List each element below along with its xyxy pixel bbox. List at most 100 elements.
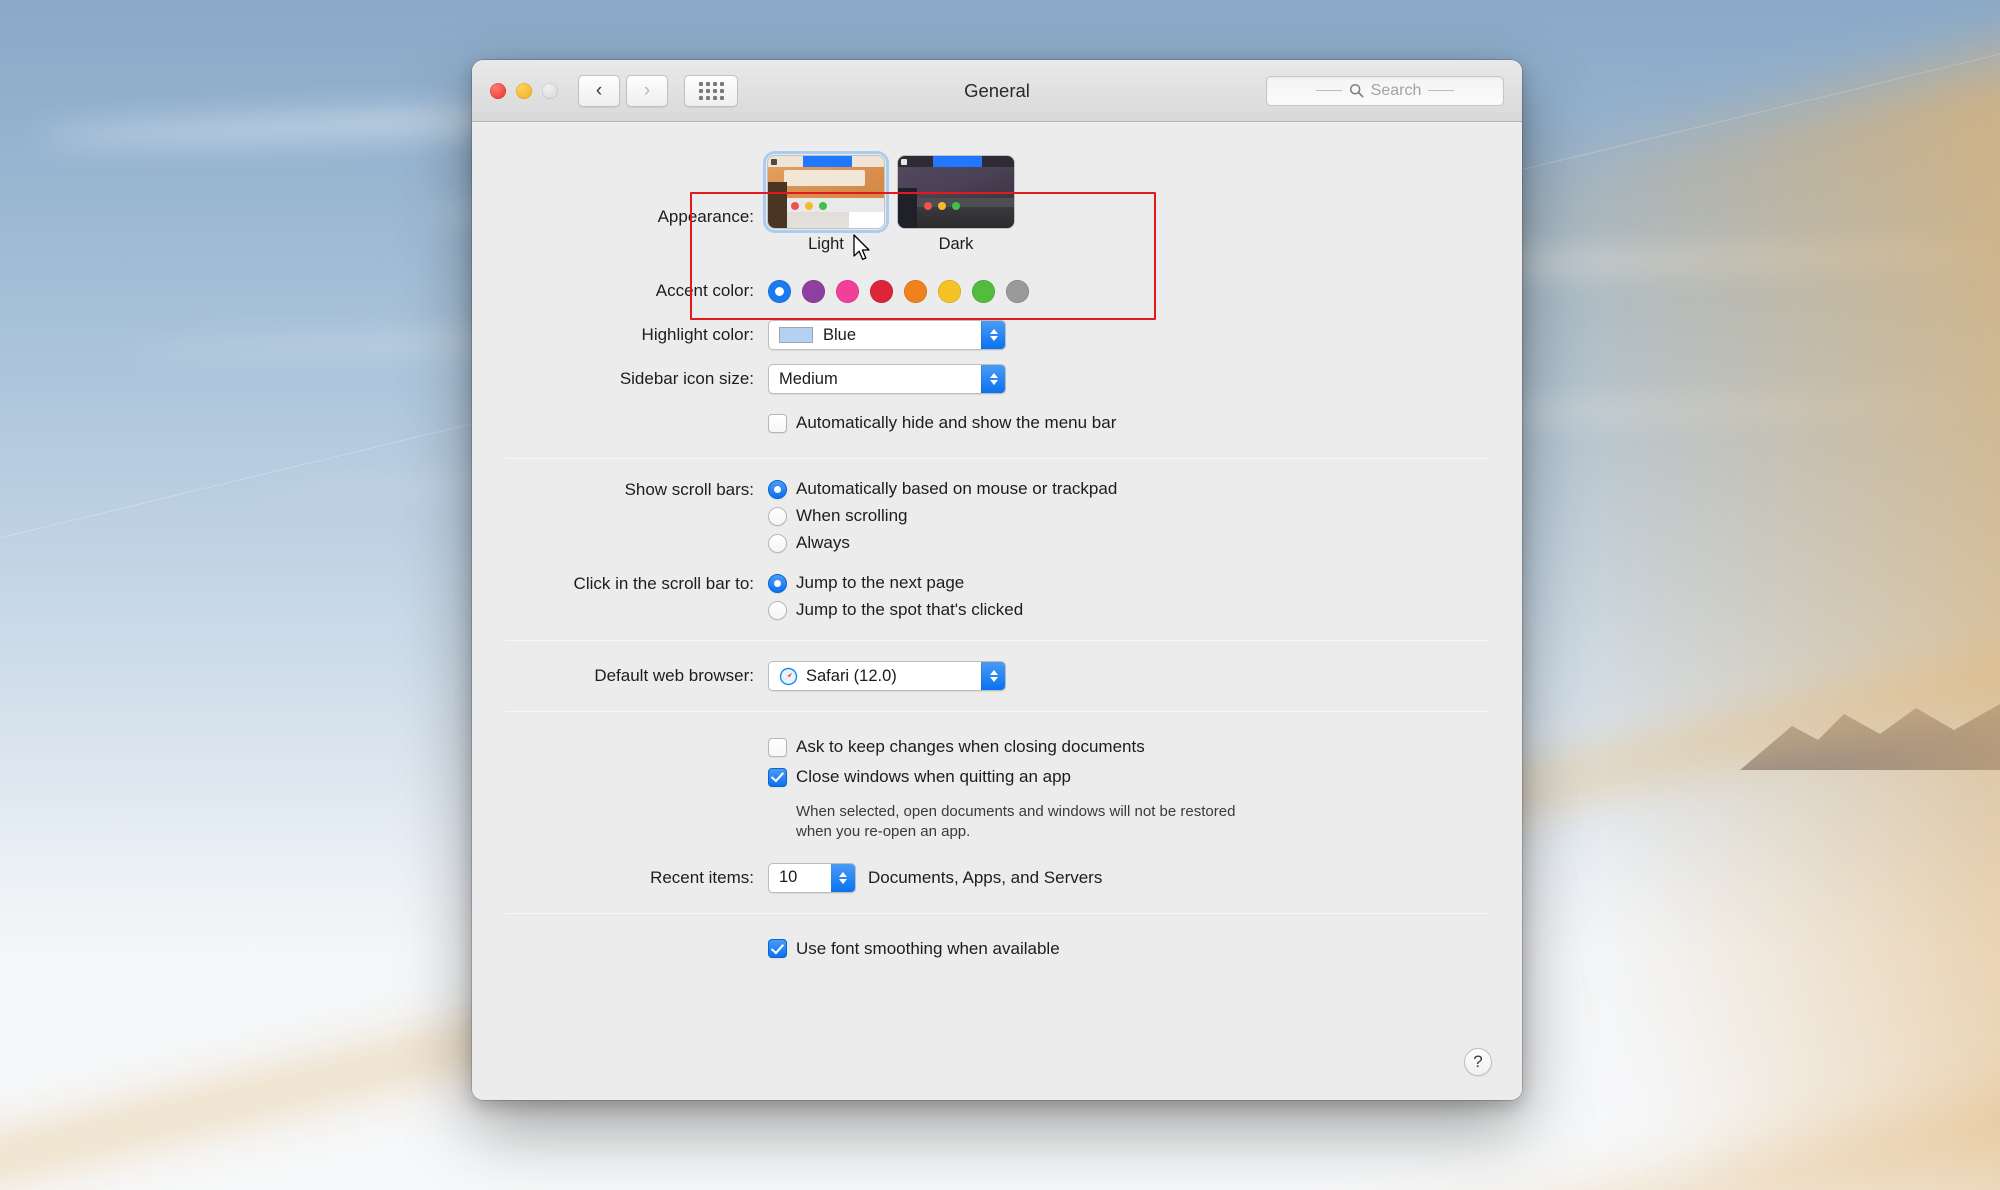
safari-compass-icon <box>779 667 798 685</box>
traffic-lights <box>490 82 558 99</box>
desktop-wallpaper: ‹ › General Search Appearance: Light Dar… <box>0 0 2000 1190</box>
scrollbar-radio-when-scrolling[interactable] <box>768 506 787 526</box>
show-scroll-bars-label: Show scroll bars: <box>624 480 754 499</box>
stepper-arrows-icon[interactable] <box>831 863 855 892</box>
hint-line-2: when you re-open an app. <box>796 823 971 841</box>
chevron-left-icon: ‹ <box>595 80 603 101</box>
search-input[interactable]: Search <box>1266 75 1504 106</box>
back-button[interactable]: ‹ <box>578 74 620 107</box>
search-area: Search <box>1266 75 1504 106</box>
zoom-button[interactable] <box>542 82 558 99</box>
scrollclick-label-next-page: Jump to the next page <box>796 573 965 592</box>
ask-keep-changes-label: Ask to keep changes when closing documen… <box>796 737 1145 756</box>
show-scroll-bars-options: Automatically based on mouse or trackpad… <box>768 479 1117 553</box>
accent-swatch-green[interactable] <box>972 279 995 303</box>
scrollbar-radio-always[interactable] <box>768 533 787 553</box>
accent-color-swatches <box>768 279 1029 303</box>
font-smoothing-checkbox[interactable] <box>768 939 787 958</box>
accent-color-row: Accent color: <box>472 276 1522 306</box>
scroll-bar-click-label: Click in the scroll bar to: <box>573 574 754 593</box>
scroll-bar-click-row: Click in the scroll bar to: Jump to the … <box>472 573 1522 620</box>
highlight-color-swatch <box>779 327 813 343</box>
font-smoothing-checkbox-row[interactable]: Use font smoothing when available <box>768 935 1060 963</box>
close-windows-label: Close windows when quitting an app <box>796 767 1072 786</box>
grid-icon <box>698 81 724 100</box>
scrollclick-radio-spot-clicked[interactable] <box>768 600 787 620</box>
navigation-buttons: ‹ › <box>578 74 668 107</box>
scrollbar-radio-automatic[interactable] <box>768 479 787 499</box>
scrollclick-radio-next-page[interactable] <box>768 573 787 593</box>
chevron-updown-icon[interactable] <box>981 662 1005 690</box>
recent-items-value: 10 <box>779 868 798 886</box>
ask-keep-changes-checkbox[interactable] <box>768 737 787 757</box>
show-all-button[interactable] <box>684 74 738 107</box>
show-scroll-bars-row: Show scroll bars: Automatically based on… <box>472 479 1522 553</box>
hint-line-1: When selected, open documents and window… <box>796 803 1236 820</box>
window-titlebar: ‹ › General Search <box>472 60 1522 122</box>
appearance-option-light[interactable]: Light <box>763 151 889 254</box>
sidebar-icon-size-select[interactable]: Medium <box>768 364 1006 394</box>
recent-items-suffix: Documents, Apps, and Servers <box>868 867 1103 887</box>
light-theme-label: Light <box>808 235 844 253</box>
accent-swatch-orange[interactable] <box>904 279 927 303</box>
accent-color-label: Accent color: <box>655 281 754 301</box>
forward-button[interactable]: › <box>626 74 668 107</box>
menu-bar-row: Automatically hide and show the menu bar <box>472 408 1522 438</box>
appearance-row: Appearance: Light Dark <box>472 148 1522 262</box>
scrollclick-option-spot-clicked[interactable]: Jump to the spot that's clicked <box>768 600 1023 620</box>
question-mark-icon: ? <box>1473 1052 1483 1071</box>
chevron-right-icon: › <box>643 80 651 101</box>
font-smoothing-row: Use font smoothing when available <box>472 934 1522 964</box>
close-windows-hint-row: When selected, open documents and window… <box>472 802 1522 843</box>
sidebar-icon-size-label: Sidebar icon size: <box>619 369 754 389</box>
ask-keep-changes-row: Ask to keep changes when closing documen… <box>472 732 1522 762</box>
sidebar-icon-size-row: Sidebar icon size: Medium <box>472 364 1522 394</box>
default-browser-label: Default web browser: <box>594 666 754 686</box>
close-windows-checkbox[interactable] <box>768 767 787 787</box>
appearance-options: Light Dark <box>763 151 1014 254</box>
close-button[interactable] <box>490 82 506 99</box>
accent-swatch-graphite[interactable] <box>1006 279 1029 303</box>
font-smoothing-label: Use font smoothing when available <box>796 938 1060 958</box>
recent-items-stepper[interactable]: 10 <box>768 862 856 893</box>
default-browser-select[interactable]: Safari (12.0) <box>768 661 1006 691</box>
dark-theme-label: Dark <box>938 235 974 253</box>
appearance-option-dark[interactable]: Dark <box>898 156 1014 254</box>
default-browser-row: Default web browser: Safari (12.0) <box>472 661 1522 691</box>
auto-hide-menubar-checkbox[interactable] <box>768 413 787 433</box>
highlight-color-select[interactable]: Blue <box>768 320 1006 350</box>
search-placeholder: Search <box>1370 81 1422 99</box>
system-preferences-window: ‹ › General Search Appearance: Light Dar… <box>472 60 1522 1100</box>
ask-keep-changes-checkbox-row[interactable]: Ask to keep changes when closing documen… <box>768 733 1145 761</box>
scrollclick-option-next-page[interactable]: Jump to the next page <box>768 573 1023 593</box>
preferences-content: Appearance: Light Dark Accent color: Hig… <box>472 122 1522 1100</box>
scrollclick-label-spot-clicked: Jump to the spot that's clicked <box>796 600 1024 619</box>
close-windows-checkbox-row[interactable]: Close windows when quitting an app <box>768 763 1071 791</box>
scrollbar-label-always: Always <box>796 533 850 552</box>
dark-theme-thumbnail[interactable] <box>898 156 1014 228</box>
default-browser-value: Safari (12.0) <box>806 666 897 685</box>
scroll-bar-click-options: Jump to the next page Jump to the spot t… <box>768 573 1023 620</box>
accent-swatch-blue[interactable] <box>768 279 791 303</box>
scrollbar-label-when-scrolling: When scrolling <box>796 506 908 525</box>
scrollbar-option-when-scrolling[interactable]: When scrolling <box>768 506 1117 526</box>
sidebar-icon-size-value: Medium <box>779 369 838 388</box>
scrollbar-option-always[interactable]: Always <box>768 533 1117 553</box>
chevron-updown-icon[interactable] <box>981 321 1005 349</box>
highlight-color-label: Highlight color: <box>641 325 754 345</box>
accent-swatch-yellow[interactable] <box>938 279 961 303</box>
light-theme-thumbnail[interactable] <box>763 151 889 233</box>
help-button[interactable]: ? <box>1464 1048 1492 1076</box>
close-windows-row: Close windows when quitting an app <box>472 762 1522 792</box>
auto-hide-menubar-checkbox-row[interactable]: Automatically hide and show the menu bar <box>768 409 1116 437</box>
recent-items-row: Recent items: 10 Documents, Apps, and Se… <box>472 862 1522 893</box>
accent-swatch-purple[interactable] <box>802 279 825 303</box>
search-right-dash <box>1428 90 1455 91</box>
chevron-updown-icon[interactable] <box>981 365 1005 393</box>
scrollbar-option-automatic[interactable]: Automatically based on mouse or trackpad <box>768 479 1117 499</box>
appearance-label: Appearance: <box>657 207 754 226</box>
accent-swatch-red[interactable] <box>870 279 893 303</box>
minimize-button[interactable] <box>516 82 532 99</box>
highlight-color-value: Blue <box>823 325 857 344</box>
accent-swatch-pink[interactable] <box>836 279 859 303</box>
